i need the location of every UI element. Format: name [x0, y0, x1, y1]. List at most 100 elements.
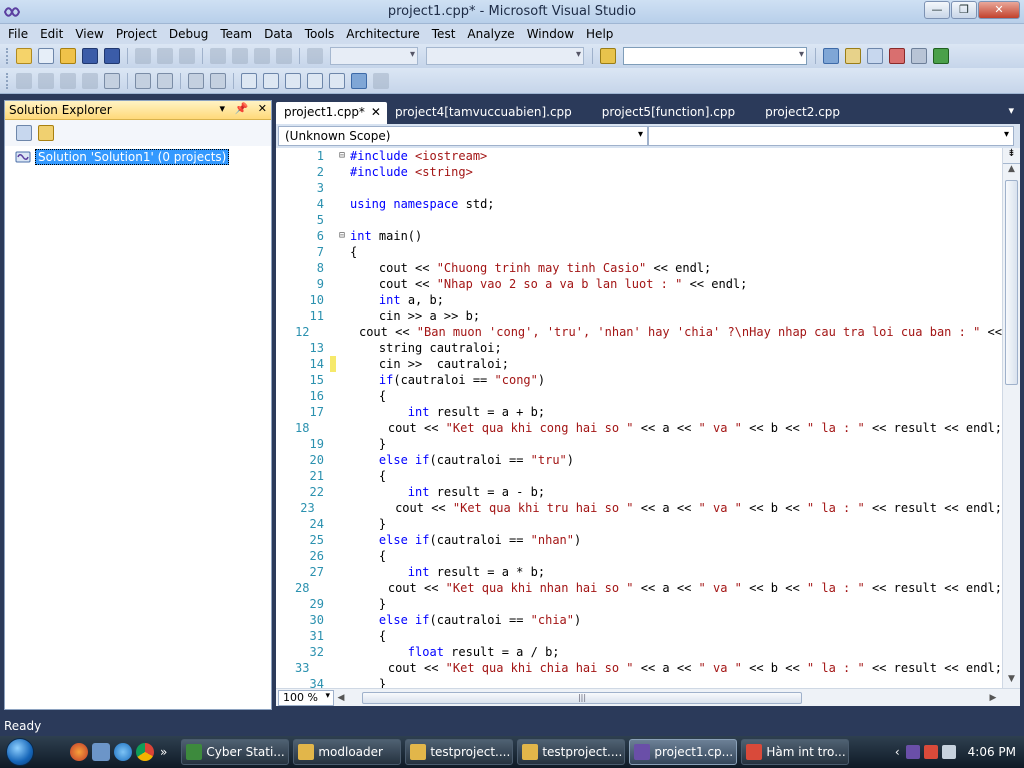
save-all-icon[interactable] — [104, 48, 120, 64]
code-line[interactable]: 4 using namespace std; — [276, 196, 1002, 212]
show-desktop-icon[interactable] — [92, 743, 110, 761]
code-line[interactable]: 30 else if(cautraloi == "chia") — [276, 612, 1002, 628]
tab-project1[interactable]: project1.cpp* ✕ — [276, 102, 387, 124]
navigate-forward-icon[interactable] — [276, 48, 292, 64]
previous-bookmark-in-folder-icon[interactable] — [307, 72, 323, 89]
copy-icon[interactable] — [157, 48, 173, 64]
clear-bookmarks-icon[interactable] — [351, 72, 367, 89]
extension-manager-icon[interactable] — [911, 48, 927, 64]
code-line[interactable]: 7{ — [276, 244, 1002, 260]
code-text[interactable]: } — [348, 516, 386, 532]
horizontal-scroll-thumb[interactable]: ||| — [362, 691, 802, 704]
taskbar-button[interactable]: Hàm int tro... — [741, 739, 850, 765]
code-text[interactable]: } — [348, 676, 386, 688]
code-text[interactable]: float result = a / b; — [348, 644, 560, 660]
next-bookmark-icon[interactable] — [285, 72, 301, 89]
code-text[interactable]: #include <iostream> — [348, 148, 487, 164]
code-text[interactable]: { — [348, 388, 386, 404]
code-line[interactable]: 25 else if(cautraloi == "nhan") — [276, 532, 1002, 548]
code-text[interactable]: cout << "Ban muon 'cong', 'tru', 'nhan' … — [328, 324, 1002, 340]
tab-project2[interactable]: project2.cpp — [757, 102, 848, 124]
code-line[interactable]: 16 { — [276, 388, 1002, 404]
code-text[interactable]: cout << "Nhap vao 2 so a va b lan luot :… — [348, 276, 747, 292]
toggle-bookmark-icon[interactable] — [210, 72, 226, 89]
code-line[interactable]: 11 cin >> a >> b; — [276, 308, 1002, 324]
code-line[interactable]: 34 } — [276, 676, 1002, 688]
scroll-left-icon[interactable]: ◀ — [334, 693, 348, 703]
taskbar-button[interactable]: modloader — [293, 739, 402, 765]
tab-overflow-icon[interactable]: ▾ — [1008, 104, 1014, 117]
code-text[interactable]: { — [348, 628, 386, 644]
menu-architecture[interactable]: Architecture — [340, 27, 425, 41]
code-line[interactable]: 21 { — [276, 468, 1002, 484]
close-button[interactable]: ✕ — [978, 1, 1020, 19]
maximize-button[interactable]: ❐ — [951, 1, 977, 19]
code-text[interactable] — [348, 180, 350, 196]
redo-icon[interactable] — [232, 48, 248, 64]
find-icon[interactable] — [823, 48, 839, 64]
code-line[interactable]: 12 cout << "Ban muon 'cong', 'tru', 'nha… — [276, 324, 1002, 340]
code-line[interactable]: 13 string cautraloi; — [276, 340, 1002, 356]
increase-indent-icon[interactable] — [135, 72, 151, 89]
code-line[interactable]: 5 — [276, 212, 1002, 228]
object-browser-icon[interactable] — [867, 48, 883, 64]
code-line[interactable]: 32 float result = a / b; — [276, 644, 1002, 660]
decrease-indent-icon[interactable] — [104, 72, 120, 89]
code-text[interactable]: if(cautraloi == "cong") — [348, 372, 545, 388]
save-icon[interactable] — [82, 48, 98, 64]
code-line[interactable]: 28 cout << "Ket qua khi nhan hai so " <<… — [276, 580, 1002, 596]
visual-studio-tray-icon[interactable] — [905, 745, 920, 759]
taskbar-button[interactable]: testproject.... — [405, 739, 514, 765]
uncomment-lines-icon[interactable] — [188, 72, 204, 89]
collapse-icon[interactable]: ⊟ — [336, 148, 348, 164]
auto-hide-pin-icon[interactable]: 📌 — [235, 102, 249, 115]
scroll-right-icon[interactable]: ▶ — [986, 693, 1000, 703]
taskbar-button[interactable]: testproject.... — [517, 739, 626, 765]
code-line[interactable]: 24 } — [276, 516, 1002, 532]
show-all-files-icon[interactable] — [38, 125, 54, 141]
tab-project4[interactable]: project4[tamvuccuabien].cpp — [387, 102, 580, 124]
new-project-icon[interactable] — [16, 48, 32, 64]
menu-test[interactable]: Test — [426, 27, 462, 41]
menu-debug[interactable]: Debug — [163, 27, 214, 41]
vertical-scrollbar[interactable]: ⇟ ▲ ▼ — [1002, 148, 1020, 688]
tab-close-icon[interactable]: ✕ — [371, 105, 381, 119]
add-item-icon[interactable] — [38, 48, 54, 64]
vivaldi-tray-icon[interactable] — [923, 745, 938, 759]
parameter-info-icon[interactable] — [38, 72, 54, 89]
internet-explorer-icon[interactable] — [114, 743, 132, 761]
tab-project5[interactable]: project5[function].cpp — [594, 102, 743, 124]
scroll-down-icon[interactable]: ▼ — [1003, 674, 1020, 688]
properties-icon[interactable] — [845, 48, 861, 64]
zoom-select[interactable]: 100 % — [278, 689, 334, 706]
comment-lines-icon[interactable] — [157, 72, 173, 89]
code-text[interactable]: cin >> cautraloi; — [348, 356, 509, 372]
complete-word-icon[interactable] — [82, 72, 98, 89]
next-bookmark-in-folder-icon[interactable] — [329, 72, 345, 89]
toolbar-options-icon[interactable] — [373, 72, 389, 89]
code-line[interactable]: 19 } — [276, 436, 1002, 452]
scope-select[interactable]: (Unknown Scope) — [278, 126, 648, 146]
clock[interactable]: 4:06 PM — [968, 745, 1016, 759]
code-text[interactable]: { — [348, 548, 386, 564]
code-text[interactable]: string cautraloi; — [348, 340, 502, 356]
code-line[interactable]: 33 cout << "Ket qua khi chia hai so " <<… — [276, 660, 1002, 676]
toolbar-grip[interactable] — [6, 48, 9, 64]
solution-platform-select[interactable] — [426, 47, 584, 65]
code-line[interactable]: 14 cin >> cautraloi; — [276, 356, 1002, 372]
bookmark-window-icon[interactable] — [241, 72, 257, 89]
solution-configuration-select[interactable] — [330, 47, 418, 65]
code-line[interactable]: 8 cout << "Chuong trinh may tinh Casio" … — [276, 260, 1002, 276]
code-line[interactable]: 31 { — [276, 628, 1002, 644]
navigate-backward-icon[interactable] — [254, 48, 270, 64]
code-text[interactable]: else if(cautraloi == "tru") — [348, 452, 574, 468]
previous-bookmark-icon[interactable] — [263, 72, 279, 89]
code-line[interactable]: 23 cout << "Ket qua khi tru hai so " << … — [276, 500, 1002, 516]
code-text[interactable]: { — [348, 244, 357, 260]
code-text[interactable]: cout << "Chuong trinh may tinh Casio" <<… — [348, 260, 711, 276]
code-text[interactable]: int result = a - b; — [348, 484, 545, 500]
code-text[interactable]: cout << "Ket qua khi nhan hai so " << a … — [328, 580, 1002, 596]
code-line[interactable]: 1 ⊟ #include <iostream> — [276, 148, 1002, 164]
properties-icon[interactable] — [16, 125, 32, 141]
firefox-icon[interactable] — [70, 743, 88, 761]
